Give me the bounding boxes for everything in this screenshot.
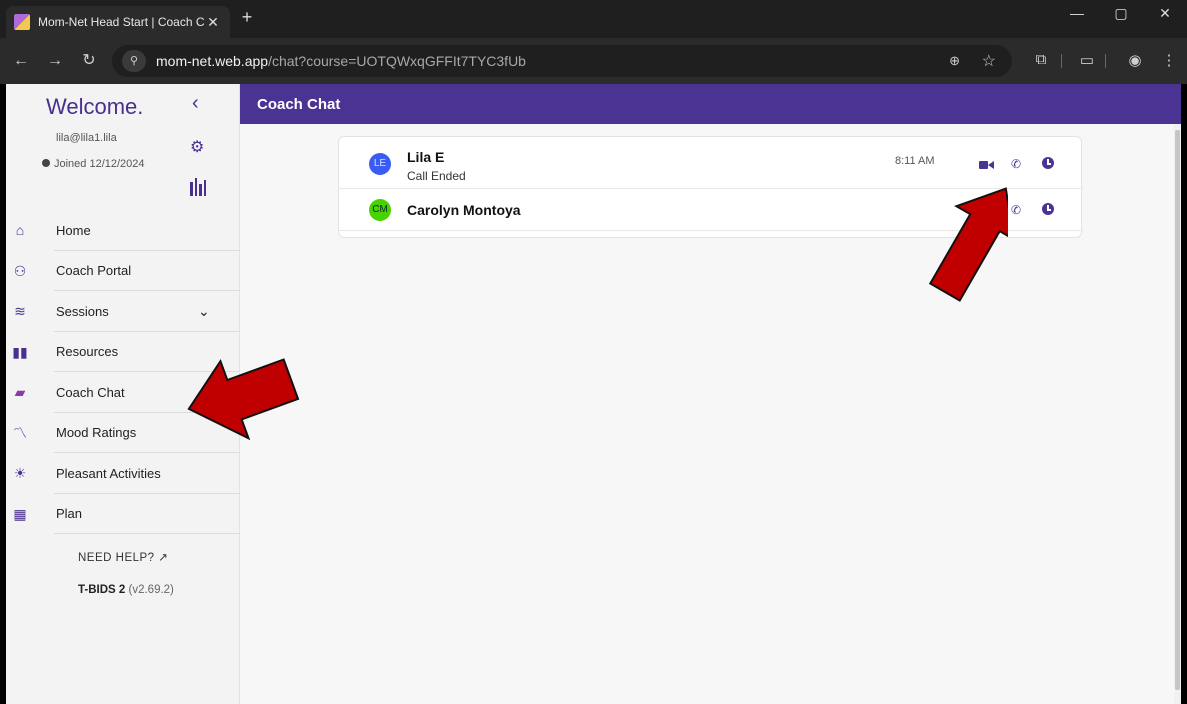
- info-icon: [42, 159, 50, 167]
- avatar: LE: [369, 153, 391, 175]
- gear-icon[interactable]: ⚙: [190, 140, 206, 156]
- site-favicon-icon: [14, 14, 30, 30]
- menu-icon[interactable]: ⋮: [1158, 51, 1180, 69]
- restore-button[interactable]: ▢: [1099, 0, 1143, 30]
- chat-icon: ▰: [14, 384, 26, 401]
- page-header: Coach Chat: [240, 84, 1181, 124]
- sidebar-item-sessions[interactable]: ≋ Sessions ⌄: [6, 291, 240, 332]
- users-icon: ⚇: [13, 262, 27, 279]
- contact-name: Lila E: [407, 149, 445, 165]
- reading-list-icon[interactable]: ▭: [1076, 51, 1098, 69]
- need-help-link[interactable]: NEED HELP? ↗: [78, 550, 168, 564]
- toolbar-divider: [1105, 54, 1106, 68]
- window-close-button[interactable]: ✕: [1143, 0, 1187, 30]
- bookmark-star-icon[interactable]: ☆: [982, 51, 996, 71]
- annotation-arrow-left: [187, 358, 300, 441]
- chevron-down-icon[interactable]: ⌄: [198, 303, 210, 320]
- user-email: lila@lila1.lila: [56, 132, 117, 144]
- layers-icon: ≋: [14, 303, 26, 320]
- tab-close-icon[interactable]: ✕: [204, 14, 222, 31]
- contact-name: Carolyn Montoya: [407, 202, 521, 218]
- browser-toolbar: ← → ↻ ⚲ mom-net.web.app/chat?course=UOTQ…: [0, 38, 1187, 84]
- home-icon: ⌂: [15, 222, 25, 239]
- browser-tab-bar: Mom-Net Head Start | Coach C ✕ + — ▢ ✕: [0, 0, 1187, 38]
- joined-date: Joined 12/12/2024: [42, 158, 145, 170]
- browser-tab[interactable]: Mom-Net Head Start | Coach C ✕: [6, 6, 230, 38]
- book-icon: ▮▮: [12, 343, 28, 360]
- zoom-icon[interactable]: ⊕: [949, 53, 960, 69]
- annotation-arrow-up: [928, 187, 1008, 302]
- version-info: T-BIDS 2 (v2.69.2): [78, 584, 174, 596]
- extensions-icon[interactable]: ⧉: [1030, 51, 1052, 68]
- sun-icon: ☀: [13, 465, 27, 482]
- sidebar-item-label: Coach Chat: [56, 384, 125, 400]
- sidebar-item-label: Home: [56, 222, 91, 238]
- url-host: mom-net.web.app: [156, 53, 269, 69]
- chat-actions: ✆: [975, 157, 1055, 171]
- clock-icon[interactable]: [1041, 157, 1055, 171]
- sidebar-item-home[interactable]: ⌂ Home: [6, 210, 240, 251]
- toolbar-divider: [1061, 54, 1062, 68]
- sidebar-item-label: Sessions: [56, 303, 109, 319]
- welcome-heading: Welcome.: [46, 94, 144, 119]
- library-icon[interactable]: [190, 178, 206, 196]
- sidebar-item-plan[interactable]: ▦ Plan: [6, 494, 240, 534]
- phone-icon[interactable]: ✆: [1009, 203, 1023, 217]
- page: Welcome. ‹ lila@lila1.lila Joined 12/12/…: [6, 84, 1181, 704]
- forward-arrow-icon[interactable]: →: [44, 50, 66, 72]
- sidebar-item-label: Pleasant Activities: [56, 465, 161, 481]
- back-arrow-icon[interactable]: ←: [10, 50, 32, 72]
- chat-actions: ✆: [1009, 203, 1055, 217]
- minimize-button[interactable]: —: [1055, 0, 1099, 30]
- sidebar-item-label: Coach Portal: [56, 263, 132, 279]
- app-name: T-BIDS 2: [78, 584, 126, 596]
- new-tab-button[interactable]: +: [236, 6, 258, 28]
- sidebar-item-coach-portal[interactable]: ⚇ Coach Portal: [6, 251, 240, 291]
- site-info-icon[interactable]: ⚲: [122, 50, 146, 72]
- collapse-sidebar-icon[interactable]: ‹: [192, 92, 199, 115]
- divider: [54, 533, 240, 534]
- avatar: CM: [369, 199, 391, 221]
- sidebar-item-label: Mood Ratings: [56, 425, 137, 441]
- scrollbar[interactable]: [1174, 124, 1181, 704]
- profile-icon[interactable]: ◉: [1124, 51, 1146, 69]
- reload-icon[interactable]: ↻: [78, 50, 100, 72]
- address-bar[interactable]: ⚲ mom-net.web.app/chat?course=UOTQWxqGFF…: [112, 45, 1012, 77]
- chart-line-icon: 〽: [13, 424, 27, 441]
- scrollbar-thumb[interactable]: [1175, 130, 1180, 690]
- calendar-icon: ▦: [13, 505, 27, 522]
- chat-status: Call Ended: [407, 169, 466, 183]
- joined-text: Joined 12/12/2024: [54, 158, 145, 170]
- video-call-icon[interactable]: [975, 157, 994, 171]
- phone-icon[interactable]: ✆: [1009, 157, 1023, 171]
- sidebar-item-pleasant-activities[interactable]: ☀ Pleasant Activities: [6, 453, 240, 494]
- tab-title: Mom-Net Head Start | Coach C: [38, 15, 204, 29]
- sidebar-item-label: Resources: [56, 344, 119, 360]
- page-title: Coach Chat: [257, 96, 341, 113]
- url-path: /chat?course=UOTQWxqGFFIt7TYC3fUb: [268, 53, 526, 69]
- version-number: (v2.69.2): [128, 584, 174, 596]
- sidebar-item-label: Plan: [56, 506, 83, 522]
- chat-time: 8:11 AM: [895, 155, 935, 167]
- clock-icon[interactable]: [1041, 203, 1055, 217]
